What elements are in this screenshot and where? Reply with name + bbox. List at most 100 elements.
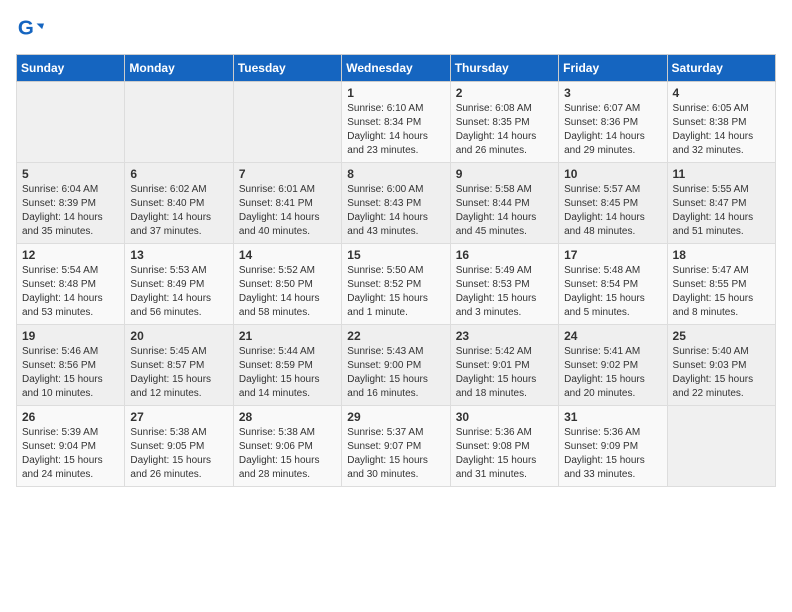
page-header: G: [16, 16, 776, 44]
day-info: Sunrise: 6:04 AM Sunset: 8:39 PM Dayligh…: [22, 183, 119, 239]
day-number: 30: [456, 410, 553, 424]
day-number: 26: [22, 410, 119, 424]
day-number: 15: [347, 248, 444, 262]
day-info: Sunrise: 6:10 AM Sunset: 8:34 PM Dayligh…: [347, 102, 444, 158]
day-number: 16: [456, 248, 553, 262]
day-number: 3: [564, 86, 661, 100]
calendar-cell: 6Sunrise: 6:02 AM Sunset: 8:40 PM Daylig…: [125, 163, 233, 244]
calendar-cell: 23Sunrise: 5:42 AM Sunset: 9:01 PM Dayli…: [450, 325, 558, 406]
calendar-header: SundayMondayTuesdayWednesdayThursdayFrid…: [17, 55, 776, 82]
day-info: Sunrise: 5:38 AM Sunset: 9:06 PM Dayligh…: [239, 426, 336, 482]
calendar-cell: 8 Sunrise: 6:00 AM Sunset: 8:43 PM Daylig…: [342, 163, 450, 244]
calendar-cell: [125, 82, 233, 163]
day-info: Sunrise: 6:05 AM Sunset: 8:38 PM Dayligh…: [673, 102, 770, 158]
calendar-cell: 1 Sunrise: 6:10 AM Sunset: 8:34 PM Daylig…: [342, 82, 450, 163]
day-number: 4: [673, 86, 770, 100]
calendar-cell: 16 Sunrise: 5:49 AM Sunset: 8:53 PM Dayli…: [450, 244, 558, 325]
day-number: 14: [239, 248, 336, 262]
day-number: 10: [564, 167, 661, 181]
calendar-week-row: 5 Sunrise: 6:04 AM Sunset: 8:39 PM Daylig…: [17, 163, 776, 244]
day-info: Sunrise: 5:57 AM Sunset: 8:45 PM Dayligh…: [564, 183, 661, 239]
calendar-body: 1 Sunrise: 6:10 AM Sunset: 8:34 PM Daylig…: [17, 82, 776, 487]
day-number: 5: [22, 167, 119, 181]
calendar-cell: 7 Sunrise: 6:01 AM Sunset: 8:41 PM Daylig…: [233, 163, 341, 244]
day-number: 31: [564, 410, 661, 424]
day-info: Sunrise: 5:49 AM Sunset: 8:53 PM Dayligh…: [456, 264, 553, 320]
calendar-week-row: 26 Sunrise: 5:39 AM Sunset: 9:04 PM Dayli…: [17, 406, 776, 487]
calendar-cell: 20 Sunrise: 5:45 AM Sunset: 8:57 PM Dayli…: [125, 325, 233, 406]
day-info: Sunrise: 6:01 AM Sunset: 8:41 PM Dayligh…: [239, 183, 336, 239]
calendar-cell: 24Sunrise: 5:41 AM Sunset: 9:02 PM Dayli…: [559, 325, 667, 406]
calendar-cell: 4 Sunrise: 6:05 AM Sunset: 8:38 PM Daylig…: [667, 82, 775, 163]
day-info: Sunrise: 6:00 AM Sunset: 8:43 PM Dayligh…: [347, 183, 444, 239]
svg-text:G: G: [18, 17, 34, 40]
calendar-cell: 18Sunrise: 5:47 AM Sunset: 8:55 PM Dayli…: [667, 244, 775, 325]
day-number: 8: [347, 167, 444, 181]
weekday-header-row: SundayMondayTuesdayWednesdayThursdayFrid…: [17, 55, 776, 82]
day-info: Sunrise: 5:37 AM Sunset: 9:07 PM Dayligh…: [347, 426, 444, 482]
calendar-cell: 25 Sunrise: 5:40 AM Sunset: 9:03 PM Dayli…: [667, 325, 775, 406]
weekday-header-sunday: Sunday: [17, 55, 125, 82]
weekday-header-saturday: Saturday: [667, 55, 775, 82]
day-number: 9: [456, 167, 553, 181]
calendar-cell: 27Sunrise: 5:38 AM Sunset: 9:05 PM Dayli…: [125, 406, 233, 487]
day-info: Sunrise: 5:50 AM Sunset: 8:52 PM Dayligh…: [347, 264, 444, 320]
day-number: 11: [673, 167, 770, 181]
day-info: Sunrise: 5:36 AM Sunset: 9:08 PM Dayligh…: [456, 426, 553, 482]
calendar-cell: 10 Sunrise: 5:57 AM Sunset: 8:45 PM Dayli…: [559, 163, 667, 244]
day-number: 28: [239, 410, 336, 424]
calendar-cell: 30 Sunrise: 5:36 AM Sunset: 9:08 PM Dayli…: [450, 406, 558, 487]
day-info: Sunrise: 5:42 AM Sunset: 9:01 PM Dayligh…: [456, 345, 553, 401]
day-info: Sunrise: 5:46 AM Sunset: 8:56 PM Dayligh…: [22, 345, 119, 401]
day-info: Sunrise: 5:58 AM Sunset: 8:44 PM Dayligh…: [456, 183, 553, 239]
calendar-cell: 26 Sunrise: 5:39 AM Sunset: 9:04 PM Dayli…: [17, 406, 125, 487]
calendar-cell: 21Sunrise: 5:44 AM Sunset: 8:59 PM Dayli…: [233, 325, 341, 406]
day-number: 1: [347, 86, 444, 100]
day-info: Sunrise: 5:36 AM Sunset: 9:09 PM Dayligh…: [564, 426, 661, 482]
calendar-cell: 5 Sunrise: 6:04 AM Sunset: 8:39 PM Daylig…: [17, 163, 125, 244]
day-info: Sunrise: 5:43 AM Sunset: 9:00 PM Dayligh…: [347, 345, 444, 401]
logo-icon: G: [16, 16, 44, 44]
calendar-cell: 28 Sunrise: 5:38 AM Sunset: 9:06 PM Dayli…: [233, 406, 341, 487]
day-number: 7: [239, 167, 336, 181]
day-number: 12: [22, 248, 119, 262]
day-info: Sunrise: 5:38 AM Sunset: 9:05 PM Dayligh…: [130, 426, 227, 482]
day-info: Sunrise: 6:07 AM Sunset: 8:36 PM Dayligh…: [564, 102, 661, 158]
calendar-cell: 14Sunrise: 5:52 AM Sunset: 8:50 PM Dayli…: [233, 244, 341, 325]
calendar-cell: 11 Sunrise: 5:55 AM Sunset: 8:47 PM Dayli…: [667, 163, 775, 244]
calendar-table: SundayMondayTuesdayWednesdayThursdayFrid…: [16, 54, 776, 487]
weekday-header-monday: Monday: [125, 55, 233, 82]
calendar-cell: [233, 82, 341, 163]
calendar-cell: 13Sunrise: 5:53 AM Sunset: 8:49 PM Dayli…: [125, 244, 233, 325]
calendar-cell: 22Sunrise: 5:43 AM Sunset: 9:00 PM Dayli…: [342, 325, 450, 406]
day-number: 25: [673, 329, 770, 343]
calendar-cell: 31 Sunrise: 5:36 AM Sunset: 9:09 PM Dayli…: [559, 406, 667, 487]
weekday-header-friday: Friday: [559, 55, 667, 82]
day-number: 19: [22, 329, 119, 343]
day-info: Sunrise: 6:02 AM Sunset: 8:40 PM Dayligh…: [130, 183, 227, 239]
calendar-week-row: 1 Sunrise: 6:10 AM Sunset: 8:34 PM Daylig…: [17, 82, 776, 163]
calendar-cell: 2 Sunrise: 6:08 AM Sunset: 8:35 PM Daylig…: [450, 82, 558, 163]
day-info: Sunrise: 5:41 AM Sunset: 9:02 PM Dayligh…: [564, 345, 661, 401]
day-info: Sunrise: 6:08 AM Sunset: 8:35 PM Dayligh…: [456, 102, 553, 158]
day-number: 17: [564, 248, 661, 262]
calendar-cell: 9 Sunrise: 5:58 AM Sunset: 8:44 PM Daylig…: [450, 163, 558, 244]
day-number: 29: [347, 410, 444, 424]
calendar-cell: [667, 406, 775, 487]
day-info: Sunrise: 5:45 AM Sunset: 8:57 PM Dayligh…: [130, 345, 227, 401]
day-info: Sunrise: 5:39 AM Sunset: 9:04 PM Dayligh…: [22, 426, 119, 482]
calendar-cell: 17Sunrise: 5:48 AM Sunset: 8:54 PM Dayli…: [559, 244, 667, 325]
weekday-header-thursday: Thursday: [450, 55, 558, 82]
weekday-header-tuesday: Tuesday: [233, 55, 341, 82]
day-info: Sunrise: 5:44 AM Sunset: 8:59 PM Dayligh…: [239, 345, 336, 401]
calendar-cell: [17, 82, 125, 163]
day-info: Sunrise: 5:55 AM Sunset: 8:47 PM Dayligh…: [673, 183, 770, 239]
calendar-cell: 15 Sunrise: 5:50 AM Sunset: 8:52 PM Dayli…: [342, 244, 450, 325]
weekday-header-wednesday: Wednesday: [342, 55, 450, 82]
day-info: Sunrise: 5:40 AM Sunset: 9:03 PM Dayligh…: [673, 345, 770, 401]
day-info: Sunrise: 5:47 AM Sunset: 8:55 PM Dayligh…: [673, 264, 770, 320]
day-number: 2: [456, 86, 553, 100]
day-number: 13: [130, 248, 227, 262]
day-number: 20: [130, 329, 227, 343]
logo: G: [16, 16, 48, 44]
